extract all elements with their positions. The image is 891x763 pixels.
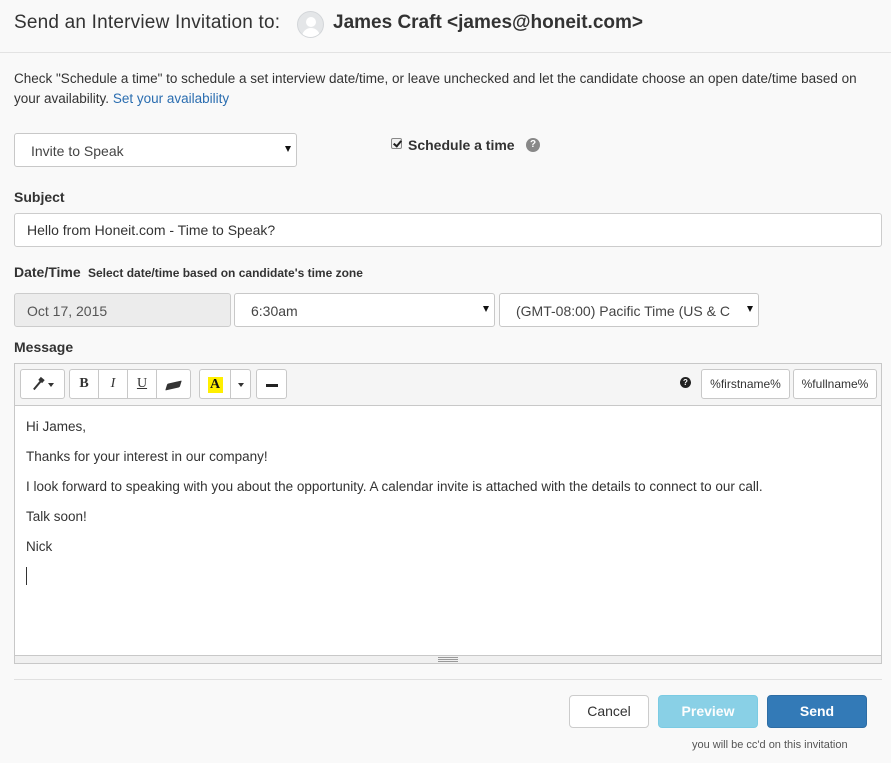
intro-text: Check "Schedule a time" to schedule a se…: [14, 69, 884, 109]
invite-type-select[interactable]: Invite to Speak: [14, 133, 297, 167]
italic-button[interactable]: I: [98, 369, 128, 399]
minus-icon: [265, 383, 278, 387]
grip-icon: [438, 657, 458, 662]
editor-toolbar: B I U A ? %firstname% %fullname%: [15, 364, 881, 406]
horizontal-rule-button[interactable]: [256, 369, 287, 399]
timezone-select[interactable]: (GMT-08:00) Pacific Time (US & C: [499, 293, 759, 327]
chevron-down-icon: [285, 146, 291, 152]
message-editor: B I U A ? %firstname% %fullname% Hi Jame…: [14, 363, 882, 664]
cancel-button[interactable]: Cancel: [569, 695, 649, 728]
text-cursor: [26, 567, 27, 585]
text-color-icon: A: [207, 377, 223, 394]
underline-button[interactable]: U: [127, 369, 157, 399]
datetime-label: Date/Time: [14, 264, 81, 280]
timezone-value: (GMT-08:00) Pacific Time (US & C: [516, 303, 730, 319]
preview-button[interactable]: Preview: [658, 695, 758, 728]
chevron-down-icon: [747, 306, 753, 312]
dialog-header: Send an Interview Invitation to: James C…: [0, 0, 891, 53]
chevron-down-icon: [483, 306, 489, 312]
clear-format-button[interactable]: [156, 369, 191, 399]
subject-label: Subject: [14, 189, 65, 205]
insert-firstname-button[interactable]: %firstname%: [701, 369, 790, 399]
user-avatar-icon: [297, 11, 324, 38]
caret-down-icon: [237, 383, 244, 388]
set-availability-link[interactable]: Set your availability: [113, 91, 229, 106]
date-input[interactable]: Oct 17, 2015: [14, 293, 231, 327]
message-line: Hi James,: [26, 419, 87, 434]
footer-divider: [14, 679, 882, 680]
magic-wand-icon: [31, 378, 45, 392]
style-button[interactable]: [20, 369, 65, 399]
question-circle-icon[interactable]: ?: [680, 377, 691, 388]
text-color-button[interactable]: A: [199, 369, 231, 399]
invite-type-value: Invite to Speak: [31, 143, 124, 159]
time-value: 6:30am: [251, 303, 298, 319]
schedule-time-checkbox[interactable]: [391, 138, 402, 149]
bold-button[interactable]: B: [69, 369, 99, 399]
message-line: Thanks for your interest in our company!: [26, 449, 268, 464]
message-line: I look forward to speaking with you abou…: [26, 479, 763, 494]
insert-fullname-button[interactable]: %fullname%: [793, 369, 877, 399]
schedule-time-label[interactable]: Schedule a time: [408, 137, 515, 153]
color-dropdown-button[interactable]: [230, 369, 251, 399]
question-circle-icon[interactable]: ?: [526, 138, 540, 152]
datetime-hint: Select date/time based on candidate's ti…: [88, 266, 363, 280]
time-select[interactable]: 6:30am: [234, 293, 495, 327]
message-label: Message: [14, 339, 74, 355]
send-button[interactable]: Send: [767, 695, 867, 728]
cc-note: you will be cc'd on this invitation: [692, 739, 848, 751]
editor-resize-handle[interactable]: [15, 655, 881, 663]
dialog-title: Send an Interview Invitation to:: [14, 12, 281, 33]
eraser-icon: [165, 380, 182, 391]
subject-input[interactable]: [14, 213, 882, 247]
message-body[interactable]: Hi James, Thanks for your interest in ou…: [15, 406, 881, 655]
recipient-name: James Craft <james@honeit.com>: [333, 12, 643, 33]
caret-down-icon: [48, 383, 55, 388]
message-line: Talk soon!: [26, 509, 87, 524]
message-line: Nick: [26, 539, 53, 554]
date-value: Oct 17, 2015: [27, 303, 108, 319]
